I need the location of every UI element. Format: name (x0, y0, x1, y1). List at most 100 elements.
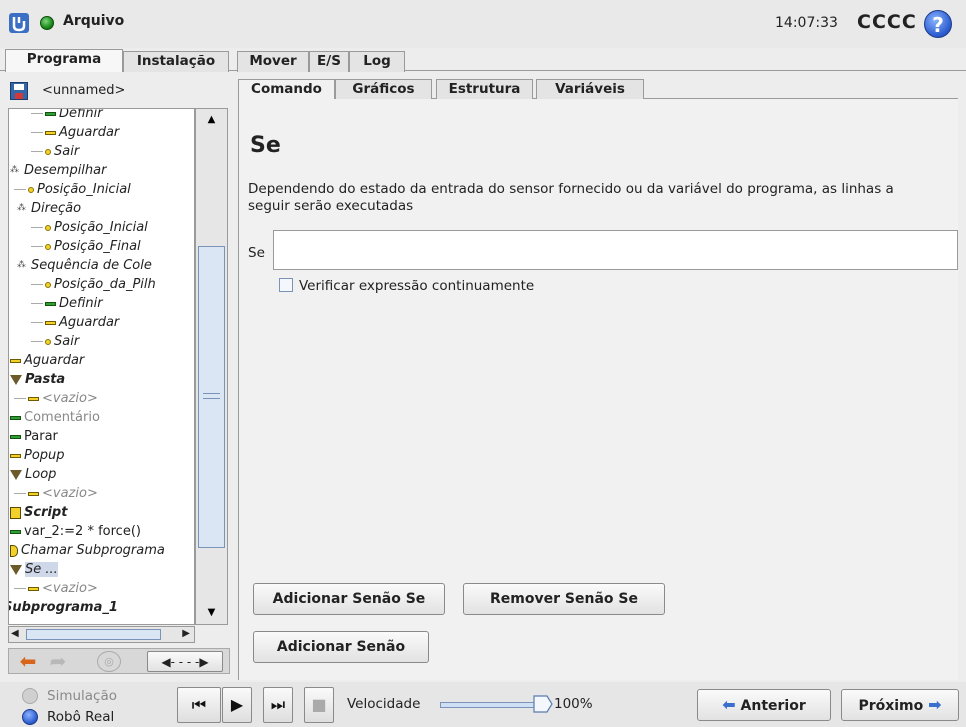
tab-comando[interactable]: Comando (238, 79, 335, 100)
tree-node[interactable]: Popup (10, 446, 65, 465)
direction-icon: ⁂ (17, 202, 26, 213)
tree-node[interactable]: Aguardar (31, 123, 119, 142)
tree-node[interactable]: Aguardar (31, 313, 119, 332)
move-node-icon[interactable]: ◀- - - -▶ (147, 651, 223, 672)
tree-node[interactable]: Definir (31, 294, 103, 313)
save-icon[interactable] (10, 82, 28, 100)
call-subprogram-icon (10, 544, 18, 557)
pallet-icon: ⁂ (10, 164, 19, 175)
page-title: Se (250, 133, 281, 158)
check-continuously-label: Verificar expressão continuamente (299, 278, 535, 294)
tree-node[interactable]: Script (10, 503, 67, 522)
redo-icon[interactable]: ➦ (45, 651, 71, 672)
tree-node[interactable]: ⁂ Direção (17, 199, 81, 218)
clock: 14:07:33 (775, 15, 838, 31)
tree-node[interactable]: Comentário (10, 408, 100, 427)
add-else-button[interactable]: Adicionar Senão (253, 631, 429, 663)
step-icon[interactable]: ⏭ (263, 687, 293, 723)
next-button[interactable]: Próximo ➡ (841, 689, 959, 721)
tree-horizontal-scrollbar[interactable]: ◀ ▶ (8, 626, 195, 643)
tree-node[interactable]: <vazio> (14, 579, 98, 598)
tree-node[interactable]: Aguardar (10, 351, 84, 370)
suppress-icon[interactable]: ◎ (97, 651, 121, 672)
tree-node[interactable]: Posição_Final (31, 237, 141, 256)
simulation-label[interactable]: Simulação (47, 688, 117, 704)
ur-logo-icon (9, 13, 29, 33)
robot-status-icon[interactable] (40, 16, 54, 30)
add-else-if-button[interactable]: Adicionar Senão Se (253, 583, 445, 615)
tab-estrutura[interactable]: Estrutura (436, 79, 533, 99)
tree-node[interactable]: Sair (31, 142, 79, 161)
scroll-right-icon[interactable]: ▶ (182, 628, 190, 639)
if-expanded-icon (10, 564, 22, 575)
scroll-down-icon[interactable]: ▼ (199, 605, 224, 621)
tree-node[interactable]: <vazio> (14, 389, 98, 408)
tree-node[interactable]: ⁂ Sequência de Cole (17, 256, 152, 275)
tree-node[interactable]: ⁂ Desempilhar (10, 161, 106, 180)
command-panel: Se Dependendo do estado da entrada do se… (238, 99, 958, 680)
program-name: <unnamed> (42, 83, 126, 98)
program-tree[interactable]: Definir Aguardar Sair ⁂ Desempilhar Posiç… (8, 108, 195, 625)
main-tabs: Programa Instalação Mover E/S Log (0, 48, 966, 72)
tree-node[interactable]: <vazio> (14, 484, 98, 503)
scroll-up-icon[interactable]: ▲ (199, 112, 224, 128)
tree-node[interactable]: Parar (10, 427, 58, 446)
if-expression-field[interactable] (273, 230, 958, 270)
tab-programa[interactable]: Programa (5, 49, 123, 72)
tree-node[interactable]: var_2:=2 * force() (10, 522, 141, 541)
command-description: Dependendo do estado da entrada do senso… (248, 181, 894, 214)
bottom-bar: Simulação Robô Real ⏮ ▶ ⏭ ■ Velocidade 1… (0, 682, 966, 727)
undo-icon[interactable]: ⬅ (15, 651, 41, 672)
set-icon (45, 111, 56, 116)
skip-to-start-icon[interactable]: ⏮ (177, 687, 221, 723)
waypoint-icon (45, 243, 51, 250)
comment-icon (10, 415, 21, 420)
set-icon (45, 301, 56, 306)
if-label: Se (248, 245, 265, 261)
stop-icon[interactable]: ■ (304, 687, 334, 723)
tree-toolbar: ⬅ ➦ ◎ ◀- - - -▶ (8, 648, 230, 674)
tree-node-selected[interactable]: Se ... (10, 560, 58, 579)
tab-variaveis[interactable]: Variáveis (536, 79, 644, 99)
tree-node[interactable]: Chamar Subprograma (10, 541, 165, 560)
help-icon[interactable]: ? (924, 10, 952, 38)
tree-vertical-scrollbar[interactable]: ▲ ▼ (195, 108, 228, 625)
real-robot-label[interactable]: Robô Real (47, 709, 114, 725)
check-continuously-option[interactable]: Verificar expressão continuamente (279, 278, 534, 294)
tab-log[interactable]: Log (349, 51, 405, 72)
tree-node[interactable]: Posição_da_Pilh (31, 275, 156, 294)
play-icon[interactable]: ▶ (222, 687, 252, 723)
speed-value: 100% (554, 696, 593, 712)
real-robot-radio[interactable] (22, 709, 38, 725)
empty-icon (28, 586, 39, 591)
scroll-left-icon[interactable]: ◀ (11, 628, 19, 639)
check-continuously-checkbox[interactable] (279, 278, 293, 292)
tree-node[interactable]: Posição_Inicial (31, 218, 148, 237)
remove-else-if-button[interactable]: Remover Senão Se (463, 583, 665, 615)
scroll-thumb[interactable] (198, 246, 225, 548)
tab-instalacao[interactable]: Instalação (123, 51, 229, 72)
tree-node[interactable]: Subprograma_1 (9, 598, 118, 617)
simulation-radio[interactable] (22, 688, 38, 704)
waypoint-icon (28, 186, 34, 193)
tree-node[interactable]: Pasta (10, 370, 65, 389)
arrow-right-icon: ➡ (928, 695, 942, 714)
speed-slider-knob[interactable] (532, 694, 554, 714)
tree-node[interactable]: Sair (31, 332, 79, 351)
speed-slider[interactable] (440, 702, 540, 708)
previous-button[interactable]: ⬅ Anterior (697, 689, 831, 721)
tab-graficos[interactable]: Gráficos (335, 79, 432, 99)
tree-node[interactable]: Loop (10, 465, 56, 484)
waypoint-icon (45, 148, 51, 155)
scroll-thumb[interactable] (26, 629, 161, 640)
tree-node[interactable]: Posição_Inicial (14, 180, 131, 199)
tab-mover[interactable]: Mover (237, 51, 309, 72)
empty-icon (28, 396, 39, 401)
script-icon (10, 506, 21, 519)
title-bar: Arquivo 14:07:33 CCCC ? (0, 0, 966, 48)
tree-node[interactable]: Definir (31, 109, 103, 123)
loop-expanded-icon (10, 469, 22, 480)
file-menu[interactable]: Arquivo (63, 13, 124, 29)
wait-icon (45, 320, 56, 325)
tab-es[interactable]: E/S (309, 51, 349, 72)
